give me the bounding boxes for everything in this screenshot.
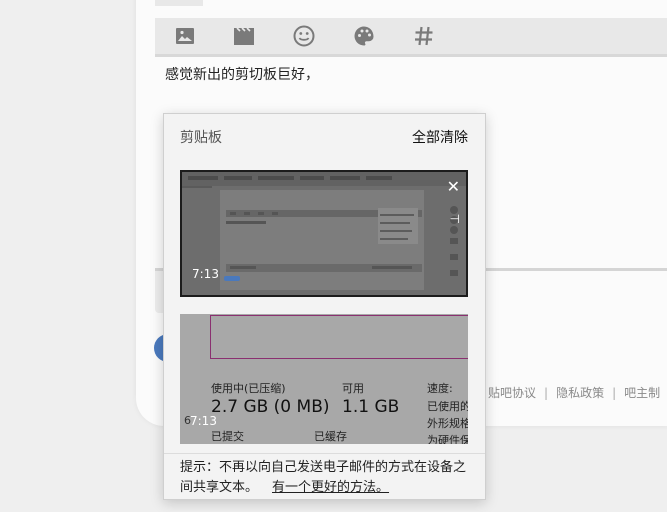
screenshot-thumbnail: [182, 172, 466, 295]
clipboard-hint: 提示：不再以向自己发送电子邮件的方式在设备之间共享文本。 有一个更好的方法。: [164, 453, 485, 499]
palette-icon[interactable]: [352, 24, 376, 48]
speed-label: 速度:: [427, 382, 453, 395]
item-duration: 7:13: [190, 414, 217, 428]
committed-label: 已提交: [211, 430, 244, 443]
item-duration: 7:13: [192, 267, 219, 281]
pin-icon[interactable]: ⊣: [450, 212, 460, 226]
hashtag-icon[interactable]: [412, 24, 436, 48]
used-label: 已使用的: [427, 400, 468, 413]
cached-label: 已缓存: [314, 430, 347, 443]
image-icon[interactable]: [173, 24, 197, 48]
video-icon[interactable]: [232, 24, 256, 48]
clipboard-item[interactable]: 7:13 ✕ ⊣: [180, 170, 468, 297]
footer-links: 贴吧协议 | 隐私政策 | 吧主制: [488, 386, 661, 400]
in-use-value: 2.7 GB (0 MB): [211, 397, 330, 417]
footer-link-agreement[interactable]: 贴吧协议: [488, 386, 536, 400]
editor-content[interactable]: 感觉新出的剪切板巨好，: [165, 64, 319, 84]
clipboard-title: 剪贴板: [180, 130, 222, 146]
in-use-label: 使用中(已压缩): [211, 382, 286, 395]
clipboard-item[interactable]: 使用中(已压缩) 2.7 GB (0 MB) 可用 1.1 GB 速度: 已使用…: [180, 314, 468, 444]
form-factor-label: 外形规格: [427, 417, 468, 430]
top-tab: [155, 0, 203, 6]
emoji-icon[interactable]: [292, 24, 316, 48]
clear-all-button[interactable]: 全部清除: [412, 127, 468, 147]
editor-toolbar: [155, 18, 667, 57]
available-label: 可用: [342, 382, 364, 395]
clipboard-panel: 剪贴板 全部清除 7:13 ✕ ⊣ 使用中(已压缩) 2.7 GB (0 MB)…: [163, 113, 486, 500]
footer-link-privacy[interactable]: 隐私政策: [556, 386, 604, 400]
hint-link[interactable]: 有一个更好的方法。: [272, 480, 389, 495]
available-value: 1.1 GB: [342, 397, 400, 417]
close-icon[interactable]: ✕: [447, 179, 460, 195]
hw-reserved-label: 为硬件保: [427, 434, 468, 444]
memory-graph: [210, 315, 468, 359]
footer-link-admin[interactable]: 吧主制: [624, 386, 660, 400]
